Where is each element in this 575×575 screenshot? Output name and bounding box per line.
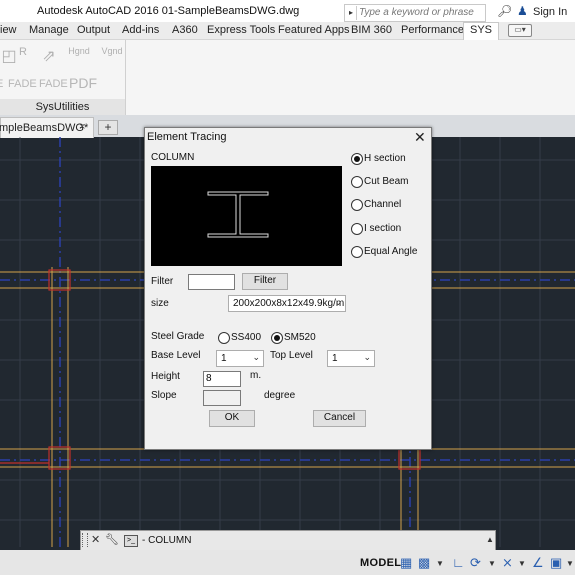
chevron-down-icon[interactable]: ▼ bbox=[488, 559, 496, 568]
close-icon[interactable]: × bbox=[79, 121, 85, 133]
window-title: Autodesk AutoCAD 2016 01-SampleBeamsDWG.… bbox=[37, 5, 300, 17]
fade-button[interactable]: FADE bbox=[39, 78, 68, 90]
sysutilities-panel: ◰ R ⇗ Hgnd Vgnd E FADE FADE PDF SysUtili… bbox=[0, 40, 126, 115]
section-preview bbox=[151, 166, 342, 266]
equal-angle-radio[interactable] bbox=[351, 246, 363, 258]
height-unit: m. bbox=[250, 370, 262, 381]
object-snap-icon[interactable]: ▣ bbox=[550, 555, 562, 571]
binoculars-icon[interactable]: 🔎︎ bbox=[497, 4, 512, 18]
cut-beam-radio[interactable] bbox=[351, 176, 363, 188]
filter-input[interactable] bbox=[188, 274, 235, 290]
element-tracing-dialog: Element Tracing ✕ COLUMN H section Cut B… bbox=[144, 127, 432, 450]
sm520-label: SM520 bbox=[284, 332, 316, 343]
tab-performance[interactable]: Performance bbox=[401, 24, 464, 36]
ortho-icon[interactable]: ∟ bbox=[452, 555, 465, 570]
chevron-down-icon: ⌄ bbox=[252, 352, 260, 362]
cut-beam-label: Cut Beam bbox=[364, 176, 409, 187]
document-tab[interactable]: mpleBeamsDWG* × bbox=[0, 117, 94, 138]
search-placeholder: Type a keyword or phrase bbox=[359, 7, 474, 18]
sm520-radio[interactable] bbox=[271, 332, 283, 344]
polar-tracking-icon[interactable]: ⟳ bbox=[470, 555, 481, 571]
filter-button[interactable]: Filter bbox=[242, 273, 288, 290]
title-bar: Autodesk AutoCAD 2016 01-SampleBeamsDWG.… bbox=[0, 0, 575, 22]
document-tab-label: mpleBeamsDWG* bbox=[0, 122, 89, 134]
fade-button[interactable]: FADE bbox=[8, 78, 37, 90]
slope-label: Slope bbox=[151, 390, 177, 401]
base-level-select[interactable]: 1 ⌄ bbox=[216, 350, 264, 367]
element-type-label: COLUMN bbox=[151, 152, 195, 163]
sign-in-link[interactable]: Sign In bbox=[533, 6, 567, 18]
panel-label: SysUtilities bbox=[0, 99, 125, 115]
tab-a360[interactable]: A360 bbox=[172, 24, 198, 36]
ss400-radio[interactable] bbox=[218, 332, 230, 344]
chevron-down-icon: ⌄ bbox=[363, 352, 371, 362]
base-level-value: 1 bbox=[221, 353, 227, 364]
arrow-tool-icon[interactable]: ⇗ bbox=[40, 46, 58, 70]
h-section-label: H section bbox=[364, 153, 406, 164]
user-icon[interactable]: ♟ bbox=[517, 4, 528, 18]
new-tab-button[interactable]: + bbox=[98, 120, 118, 135]
drag-handle[interactable] bbox=[82, 533, 88, 547]
grid-icon[interactable]: ▦ bbox=[400, 555, 412, 571]
command-prompt-icon[interactable]: >_ bbox=[124, 535, 138, 547]
h-section-radio[interactable] bbox=[351, 153, 363, 165]
cancel-button[interactable]: Cancel bbox=[313, 410, 366, 427]
size-label: size bbox=[151, 298, 169, 309]
tab-output[interactable]: Output bbox=[77, 24, 110, 36]
pdf-button[interactable]: PDF bbox=[69, 75, 97, 91]
close-icon[interactable]: ✕ bbox=[91, 533, 100, 546]
steel-grade-label: Steel Grade bbox=[151, 331, 205, 342]
equal-angle-label: Equal Angle bbox=[364, 246, 418, 257]
close-icon[interactable]: ✕ bbox=[414, 129, 426, 146]
size-value: 200x200x8x12x49.9kg/m bbox=[233, 298, 345, 309]
size-select[interactable]: 200x200x8x12x49.9kg/m ⌄ bbox=[228, 295, 346, 312]
height-value: 8 bbox=[206, 373, 212, 384]
search-input[interactable]: ▸ Type a keyword or phrase bbox=[344, 4, 486, 22]
chevron-down-icon[interactable]: ▼ bbox=[436, 559, 444, 568]
isodraft-icon[interactable]: ⨯ bbox=[502, 555, 513, 571]
ribbon-tabs: iew Manage Output Add-ins A360 Express T… bbox=[0, 22, 575, 40]
chevron-down-icon[interactable]: ▼ bbox=[566, 559, 574, 568]
dialog-title: Element Tracing bbox=[147, 131, 227, 143]
ok-button[interactable]: OK bbox=[209, 410, 255, 427]
snap-grid-icon[interactable]: ▩ bbox=[418, 555, 430, 571]
channel-radio[interactable] bbox=[351, 199, 363, 211]
filter-label: Filter bbox=[151, 276, 174, 287]
ss400-label: SS400 bbox=[231, 332, 262, 343]
hgnd-tool-icon[interactable]: Hgnd bbox=[66, 46, 92, 70]
r-tool-icon[interactable]: R bbox=[14, 46, 32, 70]
i-section-label: I section bbox=[364, 223, 402, 234]
tab-express-tools[interactable]: Express Tools bbox=[207, 24, 275, 36]
channel-label: Channel bbox=[364, 199, 402, 210]
tab-featured-apps[interactable]: Featured Apps bbox=[278, 24, 350, 36]
tab-bim-360[interactable]: BIM 360 bbox=[351, 24, 392, 36]
command-text: - COLUMN bbox=[142, 535, 192, 546]
ribbon-minimize-button[interactable]: ▭▾ bbox=[508, 24, 532, 37]
tab-sys[interactable]: SYS bbox=[463, 22, 500, 40]
tab-view[interactable]: iew bbox=[0, 24, 17, 36]
tab-add-ins[interactable]: Add-ins bbox=[122, 24, 159, 36]
chevron-down-icon[interactable]: ▼ bbox=[518, 559, 526, 568]
chevron-down-icon: ⌄ bbox=[334, 297, 342, 307]
top-level-label: Top Level bbox=[270, 350, 313, 361]
search-expand-icon[interactable]: ▸ bbox=[346, 6, 357, 20]
model-space-button[interactable]: MODEL bbox=[360, 557, 401, 569]
vgnd-tool-icon[interactable]: Vgnd bbox=[100, 46, 124, 70]
wrench-icon[interactable]: 🔧︎ bbox=[105, 533, 119, 546]
base-level-label: Base Level bbox=[151, 350, 201, 361]
object-snap-tracking-icon[interactable]: ∠ bbox=[532, 555, 544, 571]
slope-input[interactable] bbox=[203, 390, 241, 406]
top-level-value: 1 bbox=[332, 353, 338, 364]
status-bar: MODEL ▦ ▩ ▼ ∟ ⟳ ▼ ⨯ ▼ ∠ ▣ ▼ bbox=[0, 550, 575, 575]
i-section-radio[interactable] bbox=[351, 223, 363, 235]
height-input[interactable]: 8 bbox=[203, 371, 241, 387]
chevron-up-icon[interactable]: ▲ bbox=[486, 535, 494, 544]
height-label: Height bbox=[151, 371, 180, 382]
top-level-select[interactable]: 1 ⌄ bbox=[327, 350, 375, 367]
ribbon-item-label[interactable]: E bbox=[0, 78, 3, 90]
slope-unit: degree bbox=[264, 390, 296, 401]
tab-manage[interactable]: Manage bbox=[29, 24, 69, 36]
